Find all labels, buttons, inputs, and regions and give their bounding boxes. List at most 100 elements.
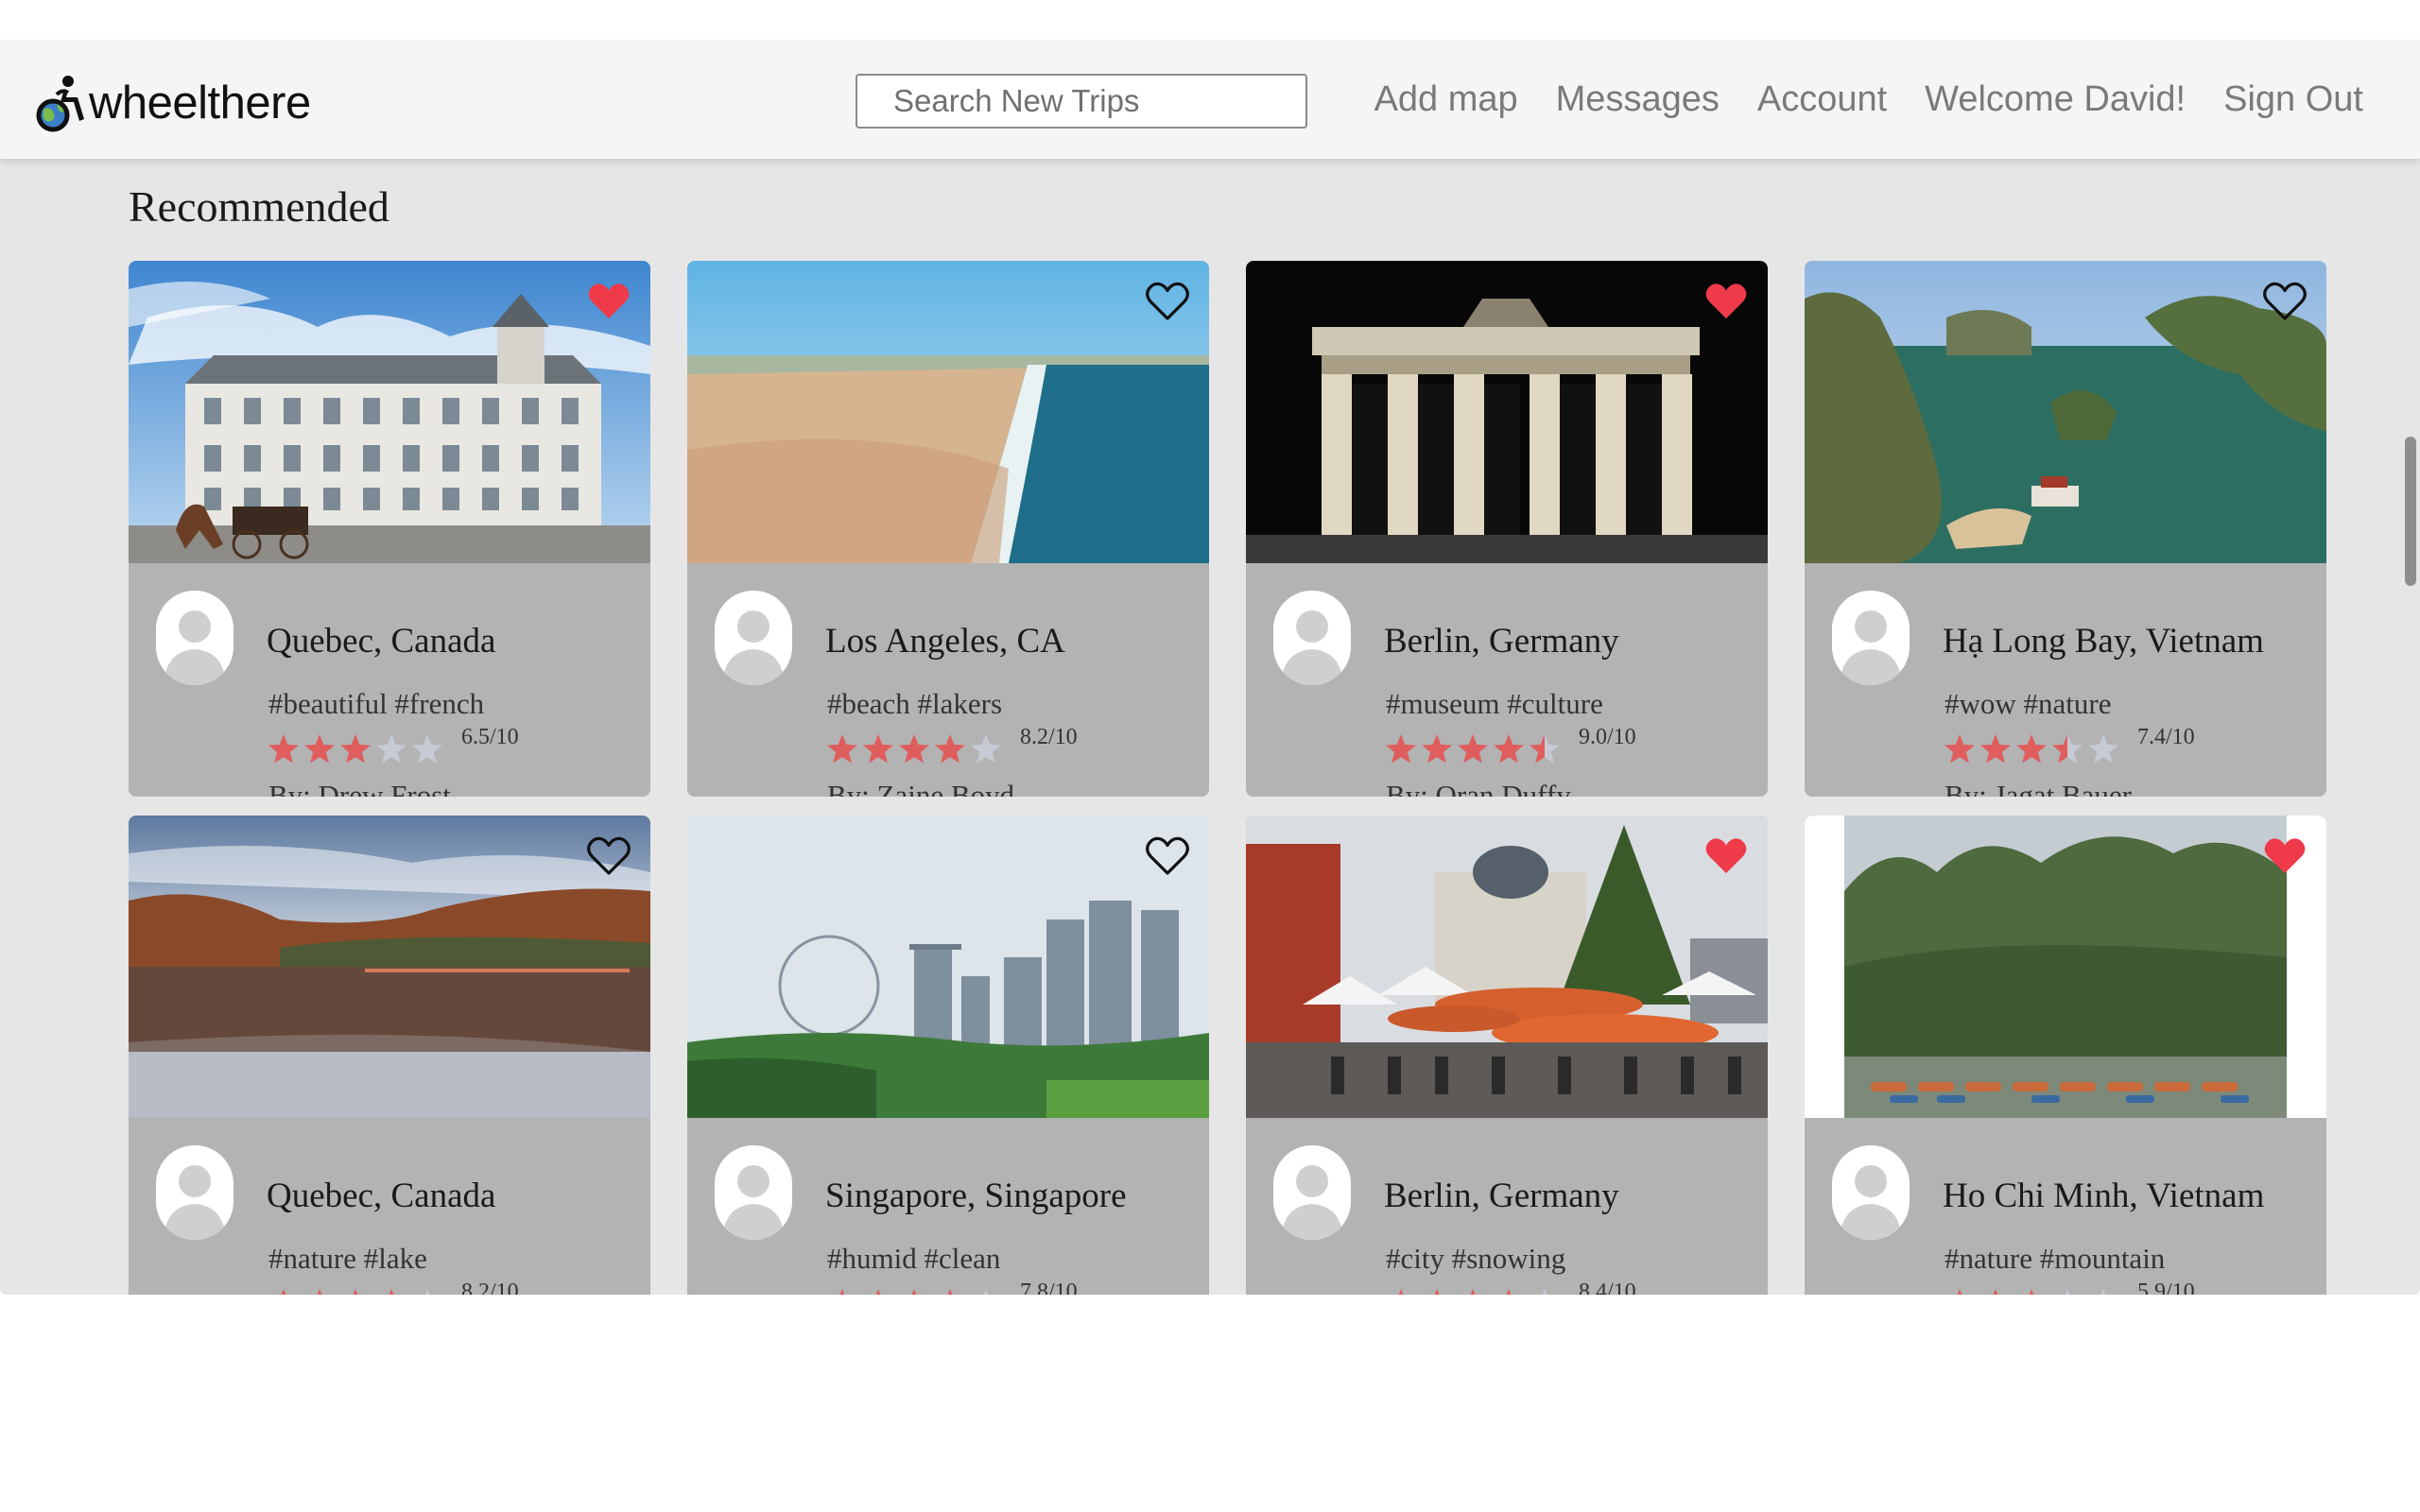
star-filled-icon (2016, 734, 2047, 764)
browser-page: wheelthere Add map Messages Account Welc… (0, 0, 2420, 1512)
heart-filled-icon[interactable] (2262, 834, 2308, 876)
avatar-icon[interactable] (1832, 1145, 1910, 1240)
trip-photo[interactable] (129, 816, 650, 1118)
trip-card[interactable]: Singapore, Singapore #humid #clean 7.8/10 (687, 816, 1209, 1295)
trip-author[interactable]: By: Jagat Bauer (1945, 779, 2132, 797)
heart-outline-icon[interactable] (586, 834, 631, 876)
heart-filled-icon[interactable] (1703, 834, 1749, 876)
star-empty-icon (376, 734, 406, 764)
star-filled-icon (1945, 734, 1975, 764)
avatar-icon[interactable] (715, 591, 792, 685)
star-filled-icon (935, 734, 965, 764)
star-filled-icon (947, 1289, 953, 1295)
mountain-boats-image (1805, 816, 2326, 1118)
trip-card-grid: Quebec, Canada #beautiful #french 6.5/10 By… (129, 261, 2326, 1295)
trip-card[interactable]: Berlin, Germany #museum #culture 9.0/10 By:… (1246, 261, 1768, 797)
star-half-icon (2052, 734, 2083, 764)
app-viewport: wheelthere Add map Messages Account Welc… (0, 40, 2420, 1295)
trip-location[interactable]: Berlin, Germany (1384, 621, 1619, 662)
star-empty-icon (983, 1289, 989, 1295)
star-filled-icon (268, 734, 299, 764)
trip-card[interactable]: Quebec, Canada #beautiful #french 6.5/10 By… (129, 261, 650, 797)
vertical-scrollbar[interactable] (2405, 437, 2416, 586)
rating-score: 8.2/10 (1020, 725, 1078, 749)
star-filled-icon (1980, 734, 2011, 764)
add-map-link[interactable]: Add map (1374, 79, 1518, 120)
heart-outline-icon[interactable] (1145, 280, 1190, 321)
star-filled-icon (1386, 734, 1416, 764)
trip-card[interactable]: Ho Chi Minh, Vietnam #nature #mountain 5.9… (1805, 816, 2326, 1295)
trip-location[interactable]: Ho Chi Minh, Vietnam (1943, 1176, 2264, 1216)
welcome-user-link[interactable]: Welcome David! (1925, 79, 2186, 120)
star-rating (1943, 1287, 2120, 1295)
trip-tags: #nature #mountain (1945, 1242, 2166, 1275)
messages-link[interactable]: Messages (1556, 79, 1720, 120)
trip-photo[interactable] (1805, 261, 2326, 563)
star-filled-icon (340, 734, 371, 764)
star-rating (825, 1287, 1003, 1295)
star-filled-icon (1993, 1289, 1998, 1295)
star-filled-icon (1494, 734, 1524, 764)
star-filled-icon (1458, 734, 1488, 764)
trip-author[interactable]: By: Drew Frost (268, 779, 451, 797)
avatar-icon[interactable] (1273, 591, 1351, 685)
trip-tags: #humid #clean (827, 1242, 1001, 1275)
search-input[interactable] (856, 74, 1307, 129)
star-rating (1384, 1287, 1562, 1295)
heart-filled-icon[interactable] (586, 280, 631, 321)
navbar: wheelthere Add map Messages Account Welc… (0, 40, 2420, 159)
star-filled-icon (353, 1289, 358, 1295)
heart-filled-icon[interactable] (1703, 280, 1749, 321)
avatar-icon[interactable] (1832, 591, 1910, 685)
trip-photo[interactable] (687, 261, 1209, 563)
star-filled-icon (304, 734, 335, 764)
trip-photo[interactable] (1246, 816, 1768, 1118)
trip-photo[interactable] (129, 261, 650, 563)
avatar-icon[interactable] (1273, 1145, 1351, 1240)
logo[interactable]: wheelthere (36, 74, 311, 132)
star-rating (1384, 732, 1562, 766)
avatar-icon[interactable] (156, 1145, 233, 1240)
trip-card[interactable]: Quebec, Canada #nature #lake 8.2/10 (129, 816, 650, 1295)
heart-outline-icon[interactable] (1145, 834, 1190, 876)
trip-tags: #city #snowing (1386, 1242, 1566, 1275)
account-link[interactable]: Account (1757, 79, 1887, 120)
trip-card[interactable]: Berlin, Germany #city #snowing 8.4/10 (1246, 816, 1768, 1295)
city-skyline-image (687, 816, 1209, 1118)
star-filled-icon (317, 1289, 322, 1295)
star-empty-icon (971, 734, 1001, 764)
star-filled-icon (839, 1289, 845, 1295)
trip-location[interactable]: Quebec, Canada (267, 621, 495, 662)
trip-tags: #nature #lake (268, 1242, 427, 1275)
trip-location[interactable]: Quebec, Canada (267, 1176, 495, 1216)
trip-card[interactable]: Los Angeles, CA #beach #lakers 8.2/10 By: Z… (687, 261, 1209, 797)
beach-aerial-image (687, 261, 1209, 563)
avatar-icon[interactable] (156, 591, 233, 685)
avatar-icon[interactable] (715, 1145, 792, 1240)
trip-photo[interactable] (1246, 261, 1768, 563)
trip-location[interactable]: Hạ Long Bay, Vietnam (1943, 621, 2264, 662)
trip-photo[interactable] (687, 816, 1209, 1118)
trip-location[interactable]: Singapore, Singapore (825, 1176, 1127, 1216)
app-name: wheelthere (89, 77, 311, 129)
star-filled-icon (1434, 1289, 1440, 1295)
trip-tags: #beautiful #french (268, 687, 485, 720)
star-empty-icon (412, 734, 442, 764)
heart-outline-icon[interactable] (2262, 280, 2308, 321)
star-half-icon (1530, 734, 1560, 764)
trip-location[interactable]: Los Angeles, CA (825, 621, 1065, 662)
sign-out-link[interactable]: Sign Out (2223, 79, 2363, 120)
star-empty-icon (2088, 734, 2118, 764)
rating-score: 8.2/10 (461, 1280, 519, 1295)
trip-photo[interactable] (1805, 816, 2326, 1118)
trip-card[interactable]: Hạ Long Bay, Vietnam #wow #nature 7.4/10 By… (1805, 261, 2326, 797)
star-filled-icon (1957, 1289, 1962, 1295)
section-title: Recommended (129, 182, 389, 231)
star-empty-icon (2065, 1289, 2070, 1295)
trip-author[interactable]: By: Oran Duffy (1386, 779, 1571, 797)
trip-author[interactable]: By: Zaine Boyd (827, 779, 1014, 797)
nav-links: Add map Messages Account Welcome David! … (1374, 79, 2363, 120)
star-filled-icon (389, 1289, 394, 1295)
star-empty-icon (2100, 1289, 2106, 1295)
trip-location[interactable]: Berlin, Germany (1384, 1176, 1619, 1216)
